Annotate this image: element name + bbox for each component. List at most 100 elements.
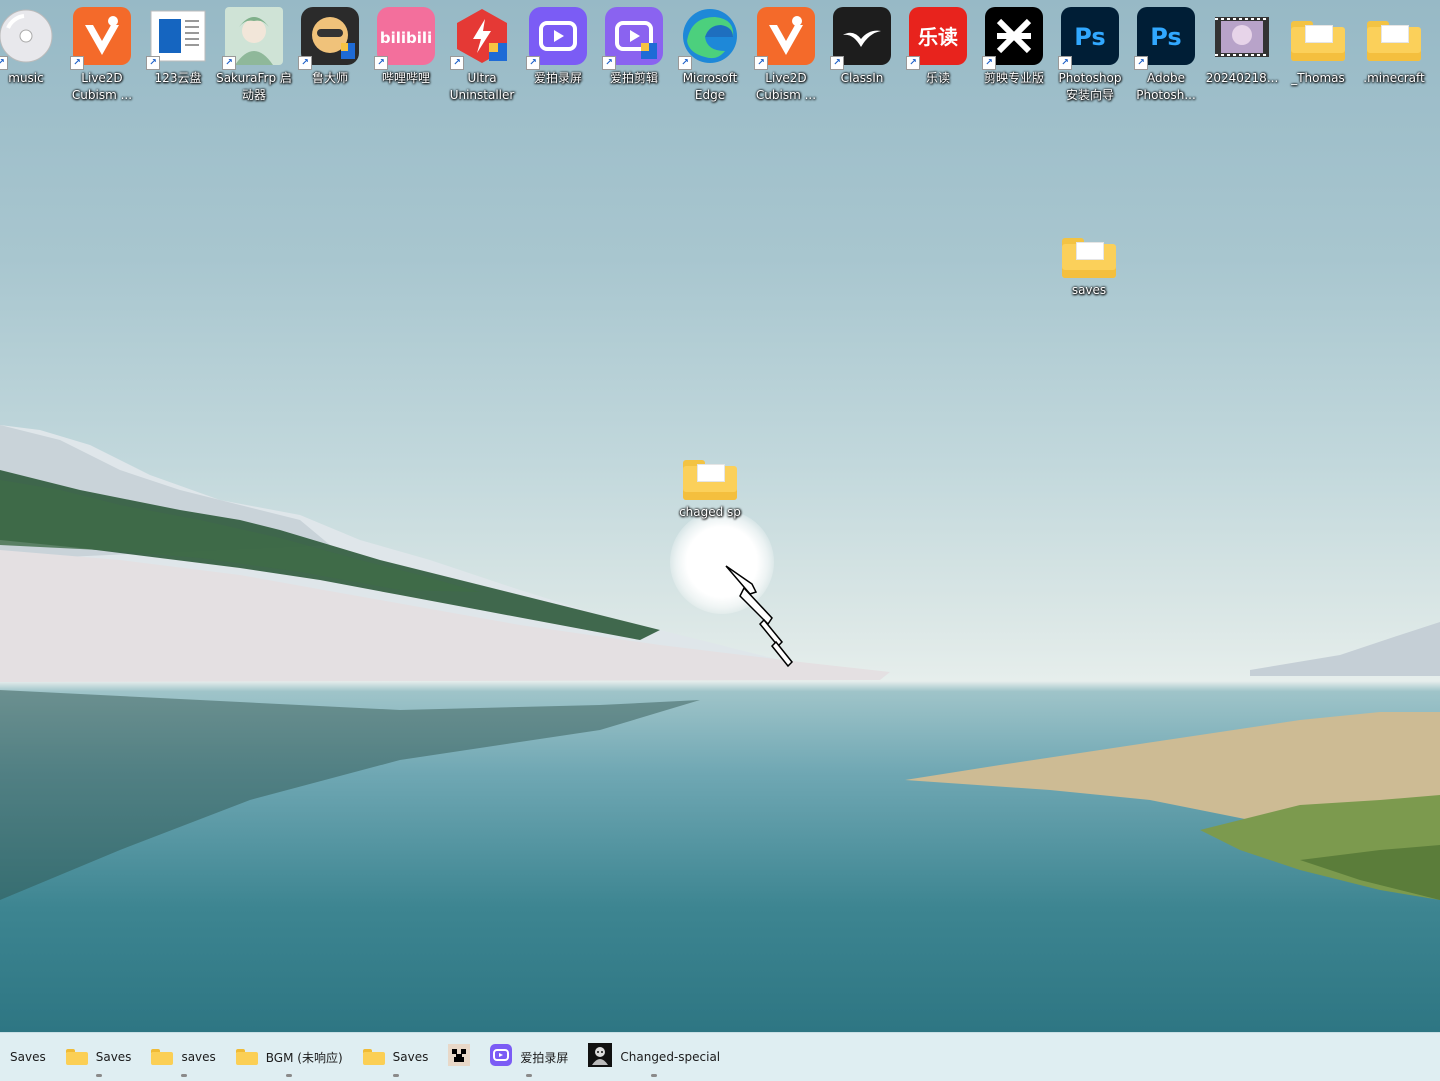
svg-text:Ps: Ps xyxy=(1150,23,1181,51)
mouse-cursor-icon xyxy=(725,565,794,668)
desktop-icon[interactable]: Ps ↗ Photoshop 安装向导 xyxy=(1052,0,1128,104)
shortcut-arrow-icon: ↗ xyxy=(830,56,844,70)
desktop-folder-saves[interactable]: saves xyxy=(1051,228,1127,299)
shortcut-arrow-icon: ↗ xyxy=(1134,56,1148,70)
desktop-icon[interactable]: ↗ music xyxy=(0,0,64,87)
shortcut-arrow-icon: ↗ xyxy=(146,56,160,70)
desktop-icon-label: saves xyxy=(1071,283,1107,297)
sakurafrp-icon: ↗ xyxy=(222,6,284,70)
desktop-icon[interactable]: Ps ↗ Adobe Photosh... xyxy=(1128,0,1204,104)
shortcut-arrow-icon: ↗ xyxy=(678,56,692,70)
desktop-icon[interactable]: ↗ Microsoft Edge xyxy=(672,0,748,104)
desktop-icon-label: ClassIn xyxy=(840,71,884,85)
taskbar-item-label: Saves xyxy=(10,1050,46,1064)
taskbar-item-label: BGM (未响应) xyxy=(265,1050,343,1065)
taskbar-item[interactable] xyxy=(442,1033,476,1081)
taskbar-item-label: 爱拍录屏 xyxy=(520,1050,569,1065)
taskbar-item[interactable]: Saves xyxy=(0,1033,52,1081)
desktop-icon[interactable]: ↗ 鲁大师 xyxy=(292,0,368,87)
running-indicator xyxy=(286,1074,293,1077)
taskbar-item[interactable]: Saves xyxy=(357,1033,435,1081)
desktop-icon[interactable]: .minecraft xyxy=(1356,0,1432,87)
folder-icon xyxy=(1062,238,1116,278)
desktop-icon-label: _Thomas xyxy=(1291,71,1345,85)
classin-icon: ↗ xyxy=(830,6,892,70)
desktop-icon-label: 20240218... xyxy=(1205,71,1279,85)
folder-icon xyxy=(362,1049,385,1065)
folder-icon xyxy=(1364,6,1424,66)
taskbar-item[interactable]: 爱拍录屏 xyxy=(484,1033,574,1081)
shortcut-arrow-icon: ↗ xyxy=(754,56,768,70)
desktop-icon[interactable]: 乐读 ↗ 乐读 xyxy=(900,0,976,87)
taskbar-item[interactable]: BGM (未响应) xyxy=(230,1033,349,1081)
bilibili-icon: bilibili ↗ xyxy=(374,6,436,70)
desktop-icon-label: Photoshop 安装向导 xyxy=(1058,71,1122,102)
desktop-icon[interactable]: bilibili ↗ 哔哩哔哩 xyxy=(368,0,444,87)
running-indicator xyxy=(651,1074,658,1077)
running-indicator xyxy=(95,1074,102,1077)
svg-text:乐读: 乐读 xyxy=(918,25,958,49)
taskbar-item-label: Saves xyxy=(95,1050,132,1064)
shortcut-arrow-icon: ↗ xyxy=(982,56,996,70)
video-editor-icon: ↗ xyxy=(602,6,664,70)
taskbar-item-label: Saves xyxy=(392,1050,429,1064)
desktop-icon[interactable]: ↗ ClassIn xyxy=(824,0,900,87)
desktop-icon-label: music xyxy=(8,71,44,85)
desktop-icon-label: Adobe Photosh... xyxy=(1136,71,1196,102)
folder-icon xyxy=(1288,6,1348,66)
desktop-icon[interactable]: 20240218... xyxy=(1204,0,1280,87)
edge-icon: ↗ xyxy=(678,6,740,70)
desktop-folder-chaged-sp[interactable]: chaged sp xyxy=(672,450,748,521)
desktop-icon[interactable]: ↗ 爱拍剪辑 xyxy=(596,0,672,87)
desktop-icon-label: SakuraFrp 启动器 xyxy=(216,71,292,102)
shortcut-arrow-icon: ↗ xyxy=(1058,56,1072,70)
live2d-icon: ↗ xyxy=(70,6,132,70)
taskbar-item[interactable]: saves xyxy=(145,1033,221,1081)
shortcut-arrow-icon: ↗ xyxy=(222,56,236,70)
minecraft-icon xyxy=(448,1044,471,1070)
folder-icon xyxy=(65,1049,88,1065)
running-indicator xyxy=(392,1074,399,1077)
desktop-icon-label: 哔哩哔哩 xyxy=(381,71,430,85)
taskbar: Saves Saves saves BGM (未响应) Saves 爱拍录屏 Changed… xyxy=(0,1032,1440,1081)
desktop-icon-label: Ultra Uninstaller xyxy=(449,71,515,102)
desktop-icon-label: Live2D Cubism ... xyxy=(755,71,817,102)
photoshop-icon: Ps ↗ xyxy=(1134,6,1196,70)
shortcut-arrow-icon: ↗ xyxy=(70,56,84,70)
folder-icon xyxy=(235,1049,258,1065)
ludashi-icon: ↗ xyxy=(298,6,360,70)
screen-recorder-icon xyxy=(490,1044,513,1070)
screen-recorder-icon: ↗ xyxy=(526,6,588,70)
taskbar-item-label: Changed-special xyxy=(620,1050,721,1064)
cloud-drive-icon: ↗ xyxy=(146,6,208,70)
running-indicator xyxy=(180,1074,187,1077)
desktop-icon-label: .minecraft xyxy=(1363,71,1425,85)
desktop-icon[interactable]: ↗ 123云盘 xyxy=(140,0,216,87)
desktop-icon[interactable]: ↗ Ultra Uninstaller xyxy=(444,0,520,104)
desktop-icon[interactable]: ↗ 剪映专业版 xyxy=(976,0,1052,87)
desktop-icon-label: 爱拍录屏 xyxy=(533,71,582,85)
ledu-icon: 乐读 ↗ xyxy=(906,6,968,70)
desktop-icon[interactable]: ↗ SakuraFrp 启动器 xyxy=(216,0,292,104)
svg-text:bilibili: bilibili xyxy=(380,29,432,47)
desktop-icon[interactable]: _Thomas xyxy=(1280,0,1356,87)
taskbar-item[interactable]: Saves xyxy=(60,1033,138,1081)
desktop-icon-label: 剪映专业版 xyxy=(983,71,1044,85)
folder-icon xyxy=(683,460,737,500)
svg-text:Ps: Ps xyxy=(1074,23,1105,51)
desktop-icon-label: 123云盘 xyxy=(154,71,202,85)
desktop-icon[interactable]: ↗ Live2D Cubism ... xyxy=(64,0,140,104)
taskbar-item[interactable]: Changed-special xyxy=(582,1033,726,1081)
video-file-icon xyxy=(1212,6,1272,66)
desktop-icon[interactable]: ↗ Live2D Cubism ... xyxy=(748,0,824,104)
desktop-icon-label: 乐读 xyxy=(925,71,950,85)
photoshop-icon: Ps ↗ xyxy=(1058,6,1120,70)
desktop-icon[interactable]: ↗ 爱拍录屏 xyxy=(520,0,596,87)
shortcut-arrow-icon: ↗ xyxy=(374,56,388,70)
folder-icon xyxy=(151,1049,174,1065)
uninstaller-icon: ↗ xyxy=(450,6,512,70)
shortcut-arrow-icon: ↗ xyxy=(0,56,8,70)
desktop-icon-label: 爱拍剪辑 xyxy=(609,71,658,85)
live2d-icon: ↗ xyxy=(754,6,816,70)
desktop-icon-label: Live2D Cubism ... xyxy=(71,71,133,102)
